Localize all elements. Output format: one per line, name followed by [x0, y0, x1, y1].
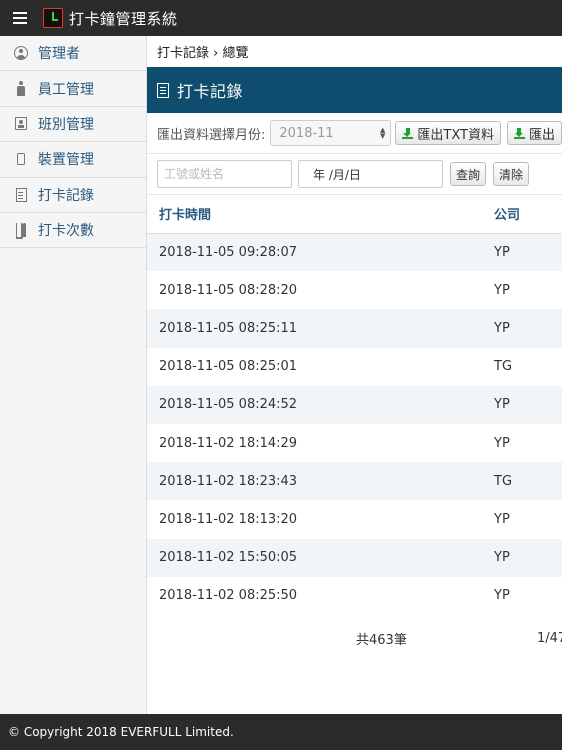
app-logo-icon: [43, 8, 63, 28]
records-table: 打卡時間 公司 2018-11-05 09:28:07 YP 2018-11-0…: [147, 195, 562, 615]
column-header-company[interactable]: 公司: [494, 195, 562, 234]
main-content: 打卡記錄 › 總覽 打卡記錄 匯出資料選擇月份: 2018-11 ▲ ▼ 匯出TX…: [147, 36, 562, 714]
sidebar-item-label: 管理者: [38, 46, 80, 63]
export-second-label: 匯出: [528, 127, 555, 143]
export-txt-label: 匯出TXT資料: [417, 127, 494, 143]
cell-company: YP: [494, 511, 510, 527]
export-second-button[interactable]: 匯出: [506, 121, 562, 145]
clear-button[interactable]: 清除: [493, 162, 530, 186]
sidebar: 管理者 員工管理 班別管理 裝置管理 打卡記錄 打卡次數: [0, 36, 147, 714]
column-header-time[interactable]: 打卡時間: [147, 195, 494, 234]
table-row[interactable]: 2018-11-02 15:50:05 YP: [147, 538, 562, 577]
cell-time: 2018-11-02 18:13:20: [159, 511, 298, 527]
month-select[interactable]: 2018-11 ▲ ▼: [270, 120, 392, 146]
menu-icon[interactable]: [0, 0, 40, 36]
cell-company: YP: [494, 435, 510, 451]
cell-company: YP: [494, 588, 510, 604]
table-row[interactable]: 2018-11-05 08:24:52 YP: [147, 385, 562, 424]
table-row[interactable]: 2018-11-02 18:23:43 TG: [147, 462, 562, 501]
cell-time: 2018-11-02 15:50:05: [147, 538, 494, 577]
pagination: 共463筆 1/47: [147, 615, 562, 663]
table-row[interactable]: 2018-11-05 08:25:11 YP: [147, 309, 562, 348]
sidebar-item-records[interactable]: 打卡記錄: [0, 178, 146, 213]
person-icon: [13, 81, 29, 97]
panel-header: 打卡記錄: [147, 67, 562, 113]
id-card-icon: [13, 116, 29, 132]
table-header-row: 打卡時間 公司: [147, 195, 562, 234]
cell-company: TG: [494, 359, 513, 375]
sidebar-item-counts[interactable]: 打卡次數: [0, 213, 146, 249]
breadcrumb: 打卡記錄 › 總覽: [157, 46, 249, 61]
cell-time: 2018-11-02 18:14:29: [159, 435, 298, 451]
cell-company: YP: [494, 538, 562, 577]
sidebar-item-label: 裝置管理: [38, 152, 94, 169]
export-month-label: 匯出資料選擇月份:: [157, 127, 266, 143]
table-row[interactable]: 2018-11-05 08:25:01 TG: [147, 348, 562, 386]
cell-company: YP: [494, 385, 562, 424]
date-field[interactable]: 年 /月/日: [298, 160, 443, 188]
sidebar-item-admin[interactable]: 管理者: [0, 36, 146, 72]
sidebar-item-label: 打卡次數: [38, 223, 94, 240]
cell-time: 2018-11-02 18:23:43: [147, 462, 494, 501]
document-icon: [13, 187, 29, 203]
sidebar-item-employees[interactable]: 員工管理: [0, 71, 146, 107]
cell-time: 2018-11-05 09:28:07: [147, 233, 494, 272]
query-button[interactable]: 查詢: [450, 162, 487, 186]
sidebar-item-label: 打卡記錄: [38, 187, 94, 204]
sidebar-item-devices[interactable]: 裝置管理: [0, 142, 146, 178]
panel-title: 打卡記錄: [177, 82, 244, 101]
table-row[interactable]: 2018-11-02 18:13:20 YP: [147, 500, 562, 538]
top-bar: 打卡鐘管理系統: [0, 0, 562, 36]
footer: © Copyright 2018 EVERFULL Limited.: [0, 714, 562, 750]
table-row[interactable]: 2018-11-02 08:25:50 YP: [147, 577, 562, 615]
cutlery-icon: [13, 222, 29, 240]
export-txt-button[interactable]: 匯出TXT資料: [395, 121, 501, 145]
cell-time: 2018-11-05 08:25:11: [147, 309, 494, 348]
search-input[interactable]: [157, 160, 292, 188]
cell-company: YP: [494, 233, 562, 272]
filter-row: 年 /月/日 查詢 清除: [147, 154, 562, 195]
tablet-icon: [13, 151, 29, 167]
table-row[interactable]: 2018-11-02 18:14:29 YP: [147, 424, 562, 462]
month-select-value: 2018-11: [279, 125, 334, 141]
download-icon: [402, 127, 414, 139]
user-circle-icon: [13, 45, 29, 61]
document-icon: [157, 82, 169, 98]
page-indicator: 1/47: [537, 631, 562, 647]
cell-time: 2018-11-05 08:24:52: [147, 385, 494, 424]
updown-arrows-icon: ▲ ▼: [380, 126, 386, 140]
sidebar-item-shifts[interactable]: 班別管理: [0, 107, 146, 143]
cell-time: 2018-11-05 08:28:20: [159, 282, 298, 298]
table-row[interactable]: 2018-11-05 09:28:07 YP: [147, 233, 562, 272]
cell-time: 2018-11-02 08:25:50: [159, 588, 298, 604]
export-row: 匯出資料選擇月份: 2018-11 ▲ ▼ 匯出TXT資料 匯出: [147, 113, 562, 154]
download-icon: [513, 127, 525, 139]
sidebar-item-label: 員工管理: [38, 81, 94, 98]
cell-company: TG: [494, 462, 562, 501]
cell-time: 2018-11-05 08:25:01: [159, 359, 298, 375]
cell-company: YP: [494, 282, 510, 298]
cell-company: YP: [494, 309, 562, 348]
sidebar-item-label: 班別管理: [38, 116, 94, 133]
app-title: 打卡鐘管理系統: [69, 9, 178, 28]
total-count: 共463筆: [356, 633, 407, 649]
table-row[interactable]: 2018-11-05 08:28:20 YP: [147, 271, 562, 309]
